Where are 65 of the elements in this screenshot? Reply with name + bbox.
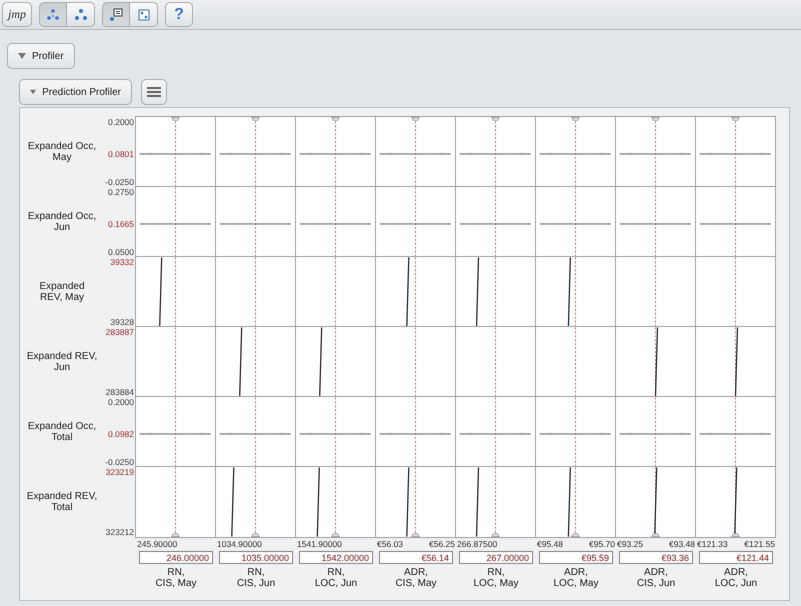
axis-tick-label: €93.48 bbox=[669, 539, 695, 551]
axis-tick-label: 0.0982 bbox=[108, 429, 134, 439]
factor-value-field[interactable]: €121.44 bbox=[699, 551, 773, 564]
axis-tick-label: €121.55 bbox=[744, 539, 775, 551]
factor-value-field[interactable]: €95.59 bbox=[539, 551, 613, 564]
factor-label: ADR, LOC, May bbox=[553, 567, 598, 589]
factor-value-field[interactable]: 1542.00000 bbox=[299, 551, 373, 564]
axis-tick-label: €95.70 bbox=[589, 539, 615, 551]
grid-button[interactable] bbox=[130, 2, 158, 27]
help-button[interactable]: ? bbox=[165, 2, 193, 27]
axis-tick-label: 0.2750 bbox=[108, 187, 134, 197]
axis-tick-label: 323212 bbox=[106, 527, 134, 537]
axis-tick-label: 323219 bbox=[106, 467, 134, 477]
axis-tick-label: -0.0250 bbox=[105, 177, 134, 187]
legend-icon bbox=[109, 8, 123, 22]
outline-title: Prediction Profiler bbox=[42, 86, 121, 98]
dots-icon bbox=[74, 8, 88, 22]
axis-tick-label: 39328 bbox=[110, 317, 134, 327]
factor-label: ADR, CIS, Jun bbox=[636, 567, 676, 589]
dots-button[interactable] bbox=[39, 2, 67, 27]
menu-icon bbox=[147, 86, 161, 98]
axis-tick-label: 266.87500 bbox=[457, 539, 498, 551]
dots-icon bbox=[46, 8, 60, 22]
factor-label: RN, LOC, Jun bbox=[314, 567, 358, 589]
response-label: Expanded REV, Jun bbox=[26, 351, 98, 373]
axis-tick-label: 0.2000 bbox=[108, 397, 134, 407]
axis-tick-label: 0.0801 bbox=[108, 149, 134, 159]
response-label: Expanded Occ, Total bbox=[26, 421, 98, 443]
factor-label: ADR, CIS, May bbox=[395, 567, 437, 589]
legend-button[interactable] bbox=[102, 2, 130, 27]
axis-tick-label: 283887 bbox=[106, 327, 134, 337]
outline-toggle[interactable]: Prediction Profiler bbox=[19, 79, 132, 105]
outline-toggle[interactable]: Profiler bbox=[7, 43, 75, 69]
axis-tick-label: 0.2000 bbox=[108, 117, 134, 127]
axis-tick-label: €93.25 bbox=[617, 539, 643, 551]
axis-tick-label: 0.0500 bbox=[108, 247, 134, 257]
axis-tick-label: 1541.90000 bbox=[297, 539, 342, 551]
factor-label: RN, LOC, May bbox=[473, 567, 518, 589]
axis-tick-label: 39332 bbox=[110, 257, 134, 267]
factor-label: RN, CIS, May bbox=[155, 567, 197, 589]
response-label: Expanded REV, May bbox=[38, 281, 86, 303]
grid-icon bbox=[136, 8, 150, 22]
factor-label: RN, CIS, Jun bbox=[236, 567, 276, 589]
factor-value-field[interactable]: 1035.00000 bbox=[219, 551, 293, 564]
axis-tick-label: €95.48 bbox=[537, 539, 563, 551]
response-label: Expanded Occ, Jun bbox=[26, 211, 98, 233]
axis-tick-label: 283884 bbox=[106, 387, 134, 397]
axis-tick-label: -0.0250 bbox=[105, 457, 134, 467]
response-label: Expanded Occ, May bbox=[26, 141, 98, 163]
axis-tick-label: 1034.90000 bbox=[217, 539, 262, 551]
axis-tick-label: €56.25 bbox=[429, 539, 455, 551]
factor-value-field[interactable]: 246.00000 bbox=[139, 551, 213, 564]
axis-tick-label: €56.03 bbox=[377, 539, 403, 551]
axis-tick-label: 245.90000 bbox=[137, 539, 178, 551]
axis-tick-label: 0.1665 bbox=[108, 219, 134, 229]
menu-button[interactable] bbox=[141, 79, 167, 105]
jmp-logo-button[interactable]: jmp bbox=[2, 2, 32, 27]
dots-button[interactable] bbox=[67, 2, 95, 27]
factor-value-field[interactable]: 267.00000 bbox=[459, 551, 533, 564]
factor-value-field[interactable]: €56.14 bbox=[379, 551, 453, 564]
factor-value-field[interactable]: €93.36 bbox=[619, 551, 693, 564]
response-label: Expanded REV, Total bbox=[26, 491, 98, 513]
factor-label: ADR, LOC, Jun bbox=[714, 567, 758, 589]
axis-tick-label: €121.33 bbox=[697, 539, 728, 551]
outline-title: Profiler bbox=[32, 50, 64, 62]
